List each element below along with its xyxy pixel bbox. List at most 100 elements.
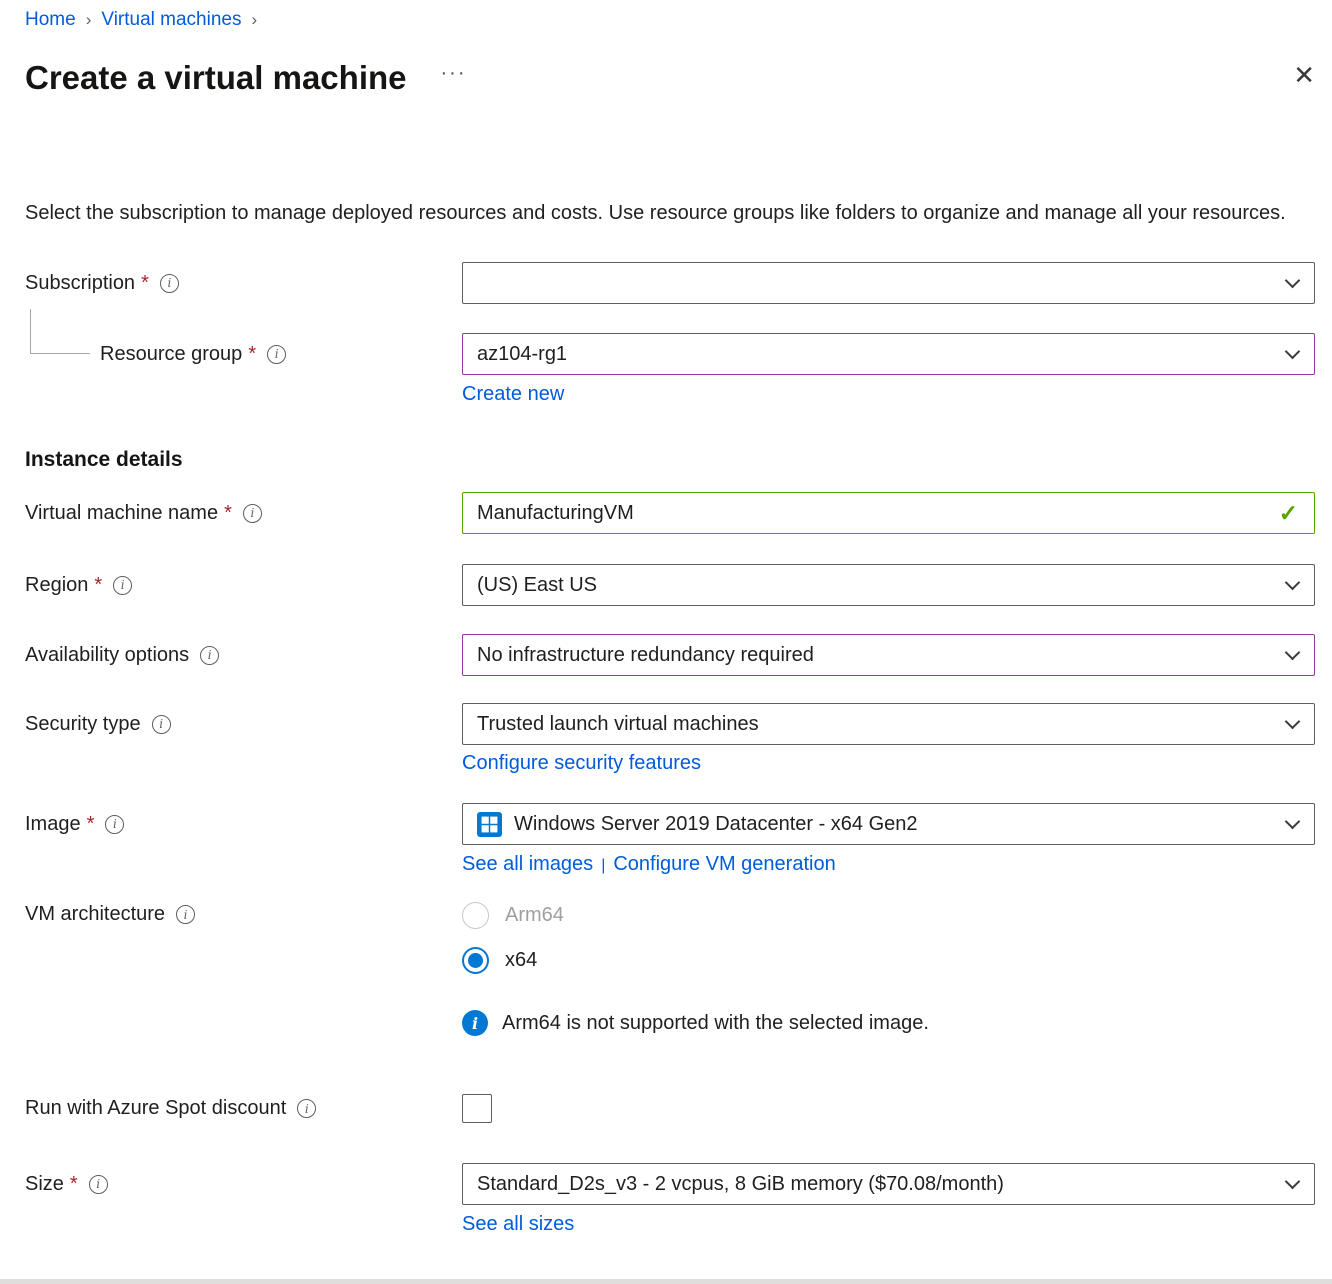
arch-info-text: Arm64 is not supported with the selected… [502, 1012, 929, 1035]
breadcrumb-home[interactable]: Home [25, 9, 76, 31]
arch-info-message: Arm64 is not supported with the selected… [462, 1010, 1315, 1036]
required-marker: * [87, 813, 95, 836]
chevron-down-icon [1285, 574, 1301, 590]
security-type-dropdown[interactable]: Trusted launch virtual machines [462, 703, 1315, 745]
create-new-row: Create new [462, 383, 1315, 406]
bottom-divider [0, 1279, 1332, 1284]
size-value: Standard_D2s_v3 - 2 vcpus, 8 GiB memory … [477, 1173, 1287, 1196]
chevron-down-icon [1285, 343, 1301, 359]
breadcrumb-virtual-machines[interactable]: Virtual machines [101, 9, 241, 31]
field-row-security-type: Security type Trusted launch virtual mac… [25, 703, 1315, 745]
availability-options-dropdown[interactable]: No infrastructure redundancy required [462, 634, 1315, 676]
chevron-down-icon [1285, 713, 1301, 729]
azure-spot-checkbox[interactable] [462, 1094, 492, 1123]
radio-arm64-label: Arm64 [505, 904, 564, 927]
info-icon[interactable] [160, 274, 179, 293]
title-row: Create a virtual machine ··· ✕ [25, 58, 1315, 98]
required-marker: * [94, 574, 102, 597]
radio-x64[interactable]: x64 [462, 947, 1315, 974]
security-type-value: Trusted launch virtual machines [477, 713, 1287, 736]
image-value: Windows Server 2019 Datacenter - x64 Gen… [514, 813, 1287, 836]
resource-group-label: Resource group [100, 343, 242, 366]
image-label-cell: Image * [25, 813, 462, 836]
chevron-down-icon [1285, 272, 1301, 288]
image-dropdown[interactable]: Windows Server 2019 Datacenter - x64 Gen… [462, 803, 1315, 845]
intro-text: Select the subscription to manage deploy… [25, 198, 1297, 229]
create-vm-page: Home › Virtual machines › Create a virtu… [0, 0, 1332, 1284]
radio-selected-icon [462, 947, 489, 974]
info-icon[interactable] [105, 815, 124, 834]
chevron-down-icon [1285, 644, 1301, 660]
availability-options-value: No infrastructure redundancy required [477, 644, 1287, 667]
security-type-label-cell: Security type [25, 713, 462, 736]
info-icon[interactable] [200, 646, 219, 665]
close-icon[interactable]: ✕ [1293, 58, 1315, 92]
field-row-image: Image * Windows Server [25, 803, 1315, 845]
breadcrumb-separator-icon: › [251, 10, 257, 30]
field-row-resource-group: Resource group * az104-rg1 [25, 333, 1315, 375]
image-label: Image [25, 813, 81, 836]
resource-group-label-cell: Resource group * [25, 343, 462, 366]
see-all-sizes-link[interactable]: See all sizes [462, 1213, 574, 1235]
field-row-azure-spot: Run with Azure Spot discount [25, 1094, 1315, 1123]
vm-name-input[interactable] [477, 502, 1279, 525]
size-dropdown[interactable]: Standard_D2s_v3 - 2 vcpus, 8 GiB memory … [462, 1163, 1315, 1205]
vm-architecture-label-cell: VM architecture [25, 902, 462, 926]
instance-details-heading: Instance details [25, 448, 1315, 472]
info-icon[interactable] [267, 345, 286, 364]
region-dropdown[interactable]: (US) East US [462, 564, 1315, 606]
configure-security-row: Configure security features [462, 752, 1315, 775]
configure-security-features-link[interactable]: Configure security features [462, 752, 701, 774]
valid-check-icon: ✓ [1279, 500, 1298, 527]
size-label-cell: Size * [25, 1173, 462, 1196]
vm-architecture-label: VM architecture [25, 903, 165, 926]
info-icon[interactable] [176, 905, 195, 924]
windows-logo-icon [477, 812, 502, 837]
region-label-cell: Region * [25, 574, 462, 597]
more-options-icon[interactable]: ··· [441, 62, 467, 85]
field-row-subscription: Subscription * [25, 262, 1315, 304]
size-label: Size [25, 1173, 64, 1196]
see-all-images-link[interactable]: See all images [462, 853, 593, 875]
azure-spot-label: Run with Azure Spot discount [25, 1097, 286, 1120]
info-filled-icon [462, 1010, 488, 1036]
field-row-region: Region * (US) East US [25, 564, 1315, 606]
field-row-vm-architecture: VM architecture Arm64 x64 Arm64 is not s… [25, 902, 1315, 1036]
required-marker: * [248, 343, 256, 366]
link-separator: | [601, 857, 605, 874]
availability-label-cell: Availability options [25, 644, 462, 667]
info-icon[interactable] [243, 504, 262, 523]
radio-icon [462, 902, 489, 929]
vm-name-label: Virtual machine name [25, 502, 218, 525]
radio-arm64[interactable]: Arm64 [462, 902, 1315, 929]
availability-options-label: Availability options [25, 644, 189, 667]
info-icon[interactable] [152, 715, 171, 734]
region-label: Region [25, 574, 88, 597]
radio-x64-label: x64 [505, 949, 537, 972]
size-link-row: See all sizes [462, 1213, 1315, 1236]
create-new-link[interactable]: Create new [462, 383, 564, 405]
breadcrumb: Home › Virtual machines › [25, 0, 1315, 31]
configure-vm-generation-link[interactable]: Configure VM generation [613, 853, 835, 875]
subscription-dropdown[interactable] [462, 262, 1315, 304]
image-links-row: See all images | Configure VM generation [462, 853, 1315, 876]
field-row-size: Size * Standard_D2s_v3 - 2 vcpus, 8 GiB … [25, 1163, 1315, 1205]
field-row-availability-options: Availability options No infrastructure r… [25, 634, 1315, 676]
required-marker: * [141, 272, 149, 295]
region-value: (US) East US [477, 574, 1287, 597]
info-icon[interactable] [89, 1175, 108, 1194]
vm-name-field: ✓ [462, 492, 1315, 534]
page-title: Create a virtual machine [25, 58, 407, 98]
chevron-down-icon [1285, 813, 1301, 829]
tree-connector [30, 309, 90, 354]
vm-name-label-cell: Virtual machine name * [25, 502, 462, 525]
resource-group-dropdown[interactable]: az104-rg1 [462, 333, 1315, 375]
info-icon[interactable] [297, 1099, 316, 1118]
field-row-vm-name: Virtual machine name * ✓ [25, 492, 1315, 534]
info-icon[interactable] [113, 576, 132, 595]
breadcrumb-separator-icon: › [86, 10, 92, 30]
subscription-label: Subscription [25, 272, 135, 295]
required-marker: * [70, 1173, 78, 1196]
resource-group-value: az104-rg1 [477, 343, 1287, 366]
spot-label-cell: Run with Azure Spot discount [25, 1097, 462, 1120]
